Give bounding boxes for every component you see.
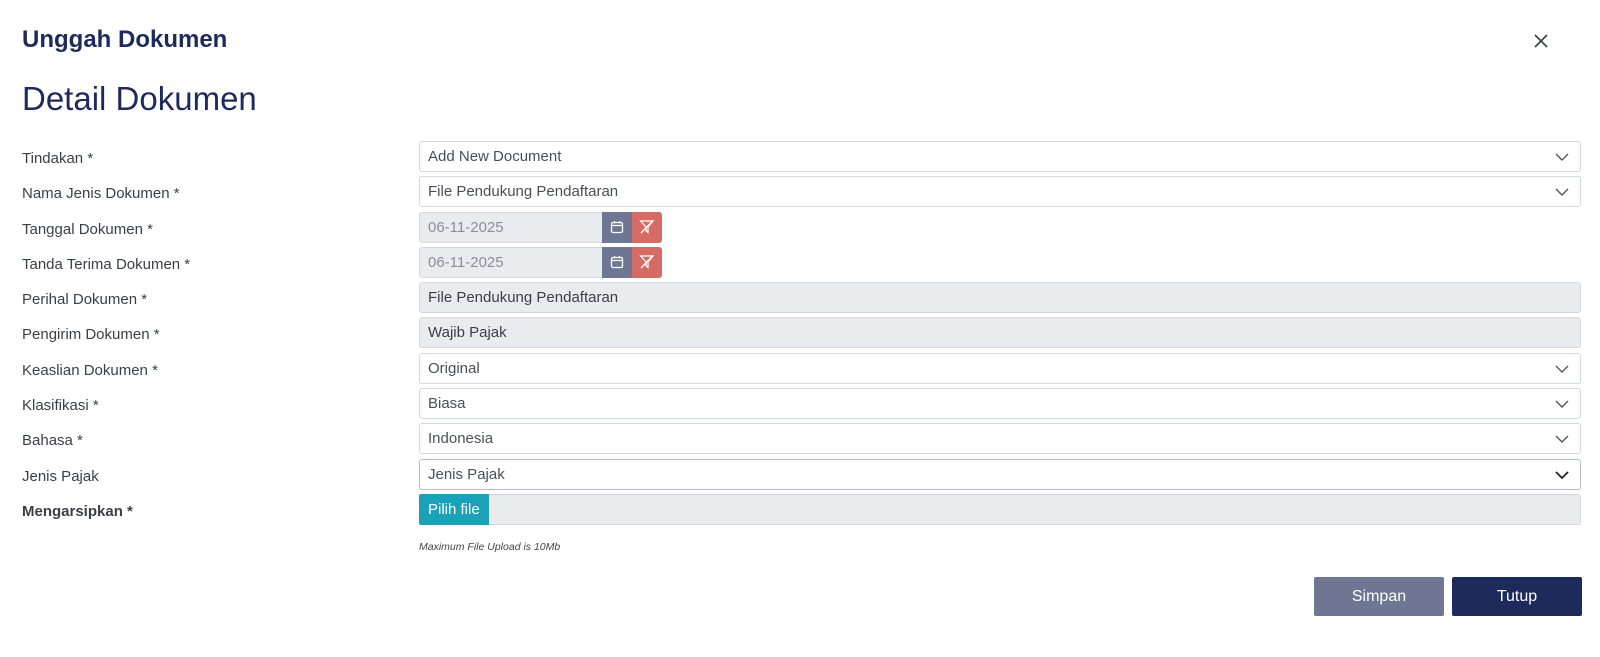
pengirim-input[interactable]: Wajib Pajak (419, 317, 1581, 349)
row-keaslian: Keaslian Dokumen * Original (0, 352, 1600, 388)
row-tindakan: Tindakan * Add New Document (0, 141, 1600, 176)
bahasa-value: Indonesia (428, 430, 494, 448)
chevron-down-icon (1555, 365, 1569, 373)
chevron-down-icon (1555, 400, 1569, 409)
bahasa-select[interactable]: Indonesia (419, 423, 1581, 455)
row-pengirim: Pengirim Dokumen * Wajib Pajak (0, 317, 1600, 352)
upload-hint: Maximum File Upload is 10Mb (419, 541, 561, 553)
calendar-icon (610, 221, 624, 234)
calendar-icon (610, 256, 624, 269)
jenis-pajak-select[interactable]: Jenis Pajak (419, 458, 1581, 490)
row-mengarsipkan: Mengarsipkan * Pilih file (0, 493, 1600, 529)
chevron-down-icon (1555, 471, 1569, 479)
tanggal-calendar-button[interactable] (602, 211, 632, 243)
perihal-label: Perihal Dokumen * (22, 291, 148, 309)
row-nama-jenis: Nama Jenis Dokumen * File Pendukung Pend… (0, 176, 1600, 211)
chevron-down-icon (1555, 153, 1569, 161)
close-button[interactable]: Tutup (1452, 577, 1582, 616)
tanda-terima-input[interactable]: 06-11-2025 (419, 246, 602, 278)
tindakan-select[interactable]: Add New Document (419, 141, 1581, 172)
file-upload-field[interactable]: Pilih file (419, 493, 1581, 525)
keaslian-label: Keaslian Dokumen * (22, 361, 158, 379)
jenis-pajak-label: Jenis Pajak (22, 467, 99, 485)
tanggal-input[interactable]: 06-11-2025 (419, 211, 602, 243)
jenis-pajak-placeholder: Jenis Pajak (428, 465, 505, 483)
chevron-down-icon (1555, 435, 1569, 444)
filter-clear-icon (639, 255, 655, 270)
tindakan-label: Tindakan * (22, 150, 94, 167)
tindakan-value: Add New Document (428, 148, 562, 165)
pengirim-label: Pengirim Dokumen * (22, 326, 160, 344)
keaslian-select[interactable]: Original (419, 352, 1581, 384)
tanda-terima-clear-button[interactable] (632, 246, 662, 278)
save-button[interactable]: Simpan (1314, 577, 1444, 616)
tanda-terima-label: Tanda Terima Dokumen * (22, 255, 191, 273)
nama-jenis-select[interactable]: File Pendukung Pendaftaran (419, 176, 1581, 208)
mengarsipkan-label: Mengarsipkan * (22, 502, 133, 520)
row-klasifikasi: Klasifikasi * Biasa (0, 388, 1600, 423)
choose-file-button[interactable]: Pilih file (419, 493, 489, 525)
filter-clear-icon (639, 220, 655, 234)
modal-title: Unggah Dokumen (22, 26, 228, 53)
nama-jenis-label: Nama Jenis Dokumen * (22, 185, 180, 203)
row-bahasa: Bahasa * Indonesia (0, 423, 1600, 458)
klasifikasi-select[interactable]: Biasa (419, 388, 1581, 420)
tanggal-date-group: 06-11-2025 (419, 211, 662, 243)
perihal-input[interactable]: File Pendukung Pendaftaran (419, 282, 1581, 314)
document-form: Tindakan * Add New Document Nama Jenis D… (0, 141, 1600, 529)
nama-jenis-value: File Pendukung Pendaftaran (428, 183, 619, 201)
bahasa-label: Bahasa * (22, 432, 83, 450)
chevron-down-icon (1555, 188, 1569, 197)
row-tanda-terima: Tanda Terima Dokumen * 06-11-2025 (0, 246, 1600, 282)
close-icon (1534, 34, 1548, 48)
klasifikasi-value: Biasa (428, 395, 466, 413)
tanda-terima-date-group: 06-11-2025 (419, 246, 662, 278)
klasifikasi-label: Klasifikasi * (22, 397, 99, 415)
tanda-terima-calendar-button[interactable] (602, 246, 632, 278)
section-title: Detail Dokumen (22, 80, 257, 117)
tanggal-label: Tanggal Dokumen * (22, 220, 153, 238)
row-perihal: Perihal Dokumen * File Pendukung Pendaft… (0, 282, 1600, 317)
tanggal-clear-button[interactable] (632, 211, 662, 243)
row-jenis-pajak: Jenis Pajak Jenis Pajak (0, 458, 1600, 494)
row-tanggal: Tanggal Dokumen * 06-11-2025 (0, 211, 1600, 247)
keaslian-value: Original (428, 359, 480, 377)
modal-close-button[interactable] (1532, 32, 1550, 50)
